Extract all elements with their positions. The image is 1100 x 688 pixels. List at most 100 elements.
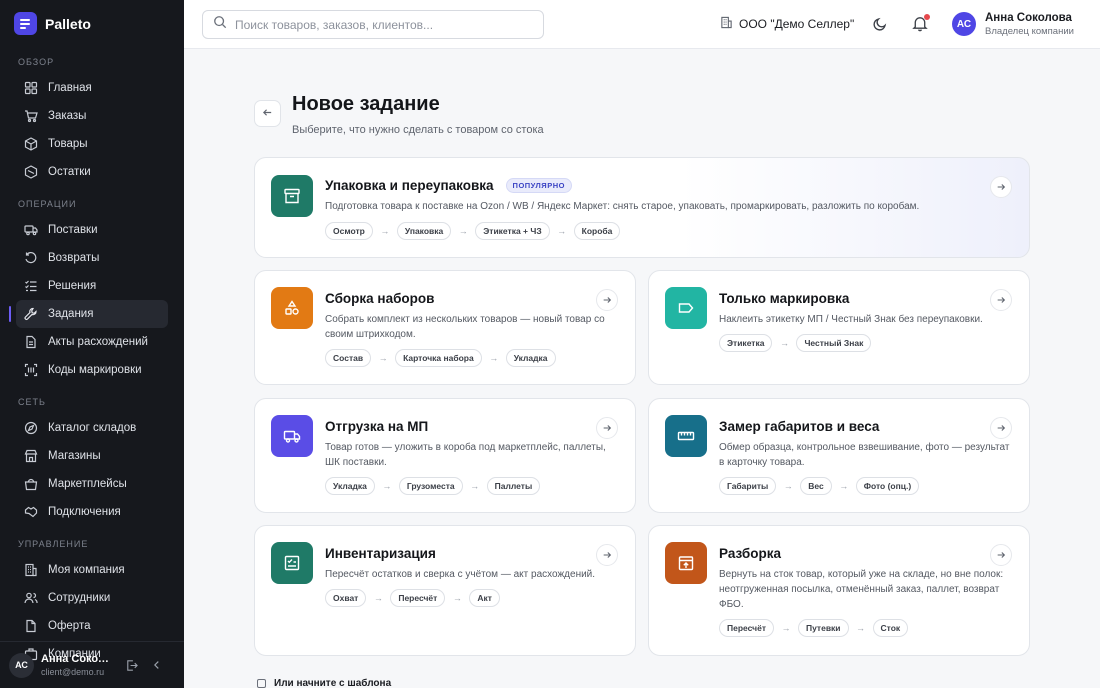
archive-box-icon [271, 175, 313, 217]
sidebar-item-label: Остатки [48, 166, 91, 178]
sidebar-item-offer[interactable]: Оферта [16, 612, 168, 640]
user-name: Анна Соколова [985, 12, 1072, 24]
sidebar-item-marketplaces[interactable]: Маркетплейсы [16, 470, 168, 498]
template-section[interactable]: Или начните с шаблона [257, 678, 391, 688]
sidebar-item-connections[interactable]: Подключения [16, 498, 168, 526]
sidebar-item-products[interactable]: Товары [16, 130, 168, 158]
page-subtitle: Выберите, что нужно сделать с товаром со… [292, 124, 544, 136]
task-card-kits[interactable]: Сборка наборов Собрать комплект из неско… [254, 270, 636, 385]
back-button[interactable] [254, 100, 281, 127]
arrow-right-icon[interactable] [990, 417, 1012, 439]
arrow-right-icon[interactable] [596, 289, 618, 311]
card-description: Собрать комплект из нескольких товаров —… [325, 314, 605, 340]
step-arrow-icon: → [839, 481, 849, 491]
step-arrow-icon: → [470, 481, 480, 491]
step-chip: Этикетка [719, 334, 773, 352]
step-chip: Короба [573, 222, 621, 240]
avatar[interactable]: АС [952, 12, 976, 36]
theme-toggle-moon-icon[interactable] [872, 16, 888, 32]
sidebar-item-orders[interactable]: Заказы [16, 102, 168, 130]
avatar[interactable]: АС [9, 652, 34, 678]
step-arrow-icon: → [557, 226, 567, 236]
card-description: Наклеить этикетку МП / Честный Знак без … [719, 314, 983, 325]
arrow-right-icon[interactable] [596, 417, 618, 439]
document-icon [24, 335, 38, 349]
step-arrow-icon: → [373, 593, 383, 603]
arrow-right-icon[interactable] [990, 544, 1012, 566]
sidebar-item-label: Маркетплейсы [48, 478, 127, 490]
step-arrow-icon: → [452, 593, 462, 603]
card-steps: Осмотр → Упаковка → Этикетка + ЧЗ → Коро… [325, 222, 621, 240]
task-card-inventory[interactable]: Инвентаризация Пересчёт остатков и сверк… [254, 525, 636, 656]
card-steps: Состав → Карточка набора → Укладка [325, 349, 556, 367]
step-chip: Состав [325, 349, 372, 367]
task-card-measure[interactable]: Замер габаритов и веса Обмер образца, ко… [648, 398, 1030, 513]
step-chip: Укладка [325, 477, 375, 495]
card-title-text: Упаковка и переупаковка [325, 178, 494, 193]
arrow-right-icon[interactable] [990, 176, 1012, 198]
nav-section-title: ОБЗОР [18, 57, 55, 67]
building-icon [720, 16, 733, 32]
sidebar-item-employees[interactable]: Сотрудники [16, 584, 168, 612]
sidebar-user-name: Анна Сокол... [41, 653, 113, 665]
palleto-logo-icon [14, 12, 37, 35]
arrow-right-icon[interactable] [990, 289, 1012, 311]
sidebar-item-warehouse-catalog[interactable]: Каталог складов [16, 414, 168, 442]
nav-section-title: УПРАВЛЕНИЕ [18, 539, 89, 549]
step-chip: Путевки [797, 619, 849, 637]
arrow-right-icon[interactable] [596, 544, 618, 566]
step-chip: Фото (опц.) [855, 477, 920, 495]
card-steps: Пересчёт → Путевки → Сток [719, 619, 909, 637]
card-description: Подготовка товара к поставке на Ozon / W… [325, 201, 920, 212]
sidebar-item-stores[interactable]: Магазины [16, 442, 168, 470]
truck-icon [24, 223, 38, 237]
user-menu[interactable]: Анна Соколова Владелец компании [985, 12, 1074, 37]
card-description: Обмер образца, контрольное взвешивание, … [719, 442, 1010, 468]
sidebar-item-discrepancy-acts[interactable]: Акты расхождений [16, 328, 168, 356]
search-box[interactable] [202, 10, 544, 39]
sidebar-item-stock[interactable]: Остатки [16, 158, 168, 186]
sidebar-item-label: Моя компания [48, 564, 125, 576]
list-check-icon [24, 279, 38, 293]
notification-dot [924, 14, 930, 20]
task-card-shipment[interactable]: Отгрузка на МП Товар готов — уложить в к… [254, 398, 636, 513]
logout-icon[interactable] [123, 657, 139, 673]
sidebar-item-returns[interactable]: Возвраты [16, 244, 168, 272]
sidebar-item-label: Задания [48, 308, 94, 320]
barcode-icon [24, 363, 38, 377]
step-chip: Сток [872, 619, 909, 637]
search-input[interactable] [235, 17, 535, 32]
step-chip: Паллеты [486, 477, 541, 495]
notifications-bell-icon[interactable] [912, 14, 930, 33]
collapse-sidebar-icon[interactable] [149, 657, 165, 673]
user-role: Владелец компании [985, 26, 1074, 37]
sidebar-item-tasks[interactable]: Задания [9, 300, 168, 328]
sidebar-item-decisions[interactable]: Решения [16, 272, 168, 300]
sidebar-item-label: Решения [48, 280, 97, 292]
card-steps: Габариты → Вес → Фото (опц.) [719, 477, 920, 495]
checklist-icon [271, 542, 313, 584]
card-steps: Охват → Пересчёт → Акт [325, 589, 500, 607]
sidebar-item-my-company[interactable]: Моя компания [16, 556, 168, 584]
sidebar-item-deliveries[interactable]: Поставки [16, 216, 168, 244]
brand[interactable]: Palleto [14, 12, 91, 35]
step-chip: Пересчёт [719, 619, 774, 637]
organization-switcher[interactable]: ООО "Демо Селлер" [720, 16, 854, 32]
arrow-left-icon [262, 105, 273, 123]
step-arrow-icon: → [783, 481, 793, 491]
dashboard-icon [24, 81, 38, 95]
sidebar-item-label: Акты расхождений [48, 336, 148, 348]
sidebar-item-marking-codes[interactable]: Коды маркировки [16, 356, 168, 384]
step-chip: Карточка набора [395, 349, 482, 367]
sidebar-item-home[interactable]: Главная [16, 74, 168, 102]
card-steps: Укладка → Грузоместа → Паллеты [325, 477, 541, 495]
task-card-packing[interactable]: Упаковка и переупаковка ПОПУЛЯРНО Подгот… [254, 157, 1030, 258]
task-card-labeling[interactable]: Только маркировка Наклеить этикетку МП /… [648, 270, 1030, 385]
task-card-disassembly[interactable]: Разборка Вернуть на сток товар, который … [648, 525, 1030, 656]
top-header: ООО "Демо Селлер" АС Анна Соколова Владе… [184, 0, 1100, 49]
card-title: Разборка [719, 546, 781, 561]
card-title: Упаковка и переупаковка ПОПУЛЯРНО [325, 178, 572, 193]
card-description: Вернуть на сток товар, который уже на ск… [719, 569, 1004, 610]
marketplace-icon [24, 477, 38, 491]
file-icon [24, 619, 38, 633]
